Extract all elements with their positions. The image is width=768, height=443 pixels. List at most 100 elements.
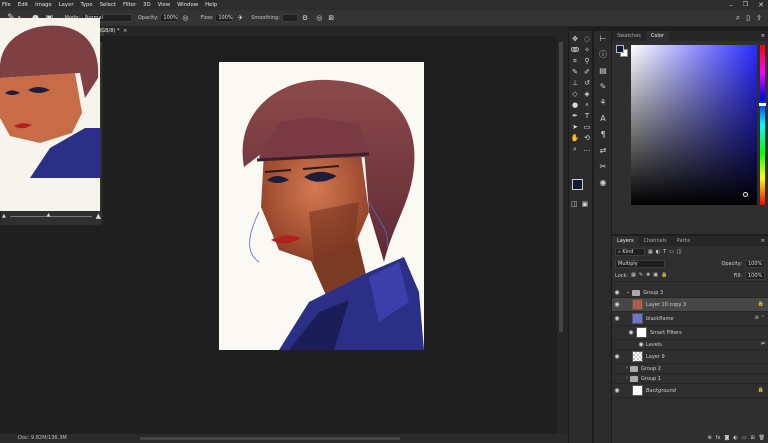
vertical-scrollbar-thumb[interactable] — [559, 42, 563, 332]
fx-icon[interactable]: fx — [716, 436, 721, 441]
layer-filter-select[interactable]: ⌕ Kind — [615, 248, 645, 256]
new-layer-icon[interactable]: ⊞ — [750, 436, 754, 441]
3d-panel-icon[interactable]: ◉ — [594, 175, 612, 191]
close-icon[interactable]: ✕ — [758, 1, 764, 9]
gear-icon[interactable]: ⚙ — [302, 14, 308, 22]
menu-window[interactable]: Window — [177, 2, 198, 8]
eye-icon[interactable]: ◉ — [612, 315, 622, 322]
panel-fg-bg[interactable] — [616, 45, 628, 57]
panel-menu-icon[interactable]: ≡ — [761, 238, 765, 244]
brushes-panel-icon[interactable]: ⚘ — [594, 95, 612, 111]
layer-row-selected[interactable]: ◉ Layer 10 copy 3 🔒 — [612, 298, 768, 312]
stamp-tool-icon[interactable]: ⊥ — [570, 79, 580, 88]
adjustment-layer-icon[interactable]: ◐ — [733, 436, 737, 441]
chevron-up-icon[interactable]: ⌃ — [761, 316, 765, 321]
tab-swatches[interactable]: Swatches — [612, 31, 646, 41]
brush-settings-panel-icon[interactable]: ✎ — [594, 79, 612, 95]
filter-smart-icon[interactable]: ◫ — [677, 249, 682, 255]
menu-view[interactable]: View — [158, 2, 171, 8]
eye-icon[interactable]: ◉ — [626, 329, 636, 336]
lock-pixels-icon[interactable]: ✎ — [639, 273, 643, 278]
share-icon[interactable]: ⇪ — [756, 14, 762, 22]
info-panel-icon[interactable]: ⓘ — [594, 47, 612, 63]
foreground-color-swatch[interactable] — [572, 179, 583, 190]
layer-row[interactable]: ◉ Smart Filters — [612, 326, 768, 340]
history-brush-tool-icon[interactable]: ↺ — [582, 79, 592, 88]
paragraph-panel-icon[interactable]: ¶ — [594, 127, 612, 143]
chevron-right-icon[interactable]: › — [626, 376, 628, 381]
eye-icon[interactable]: ◉ — [636, 341, 646, 348]
quick-mask-icon[interactable]: ◫ — [571, 201, 578, 208]
character-panel-icon[interactable]: A — [594, 111, 612, 127]
blend-mode-select[interactable]: Multiply — [615, 260, 665, 268]
zoom-out-icon[interactable]: ▲ — [2, 213, 6, 219]
lock-transparent-icon[interactable]: ▦ — [631, 273, 636, 278]
layer-row[interactable]: › Group 1 — [612, 374, 768, 384]
eye-icon[interactable]: ◉ — [612, 289, 622, 296]
pen-tool-icon[interactable]: ✒ — [570, 112, 580, 121]
menu-image[interactable]: Image — [35, 2, 52, 8]
hue-slider[interactable] — [759, 45, 766, 205]
filter-type-icon[interactable]: T — [663, 249, 666, 255]
zoom-in-icon[interactable]: ▲ — [96, 212, 101, 220]
filter-options-icon[interactable]: ⇌ — [761, 342, 765, 347]
tool-presets-icon[interactable]: ✂ — [594, 159, 612, 175]
zoom-tool-icon[interactable]: ⌕ — [570, 145, 580, 154]
lock-all-icon[interactable]: 🔒 — [661, 273, 667, 278]
restore-icon[interactable]: ❐ — [743, 2, 748, 8]
color-picker-marker[interactable] — [743, 192, 748, 197]
properties-panel-icon[interactable]: ▤ — [594, 63, 612, 79]
smoothing-input[interactable] — [281, 14, 298, 22]
zoom-slider-thumb[interactable]: ▲ — [47, 212, 51, 218]
crop-tool-icon[interactable]: ⌗ — [570, 57, 580, 66]
menu-file[interactable]: File — [2, 2, 11, 8]
color-field[interactable] — [631, 45, 757, 205]
blur-tool-icon[interactable]: ● — [570, 101, 580, 110]
eyedropper-tool-icon[interactable]: ⚲ — [582, 57, 592, 66]
hand-tool-icon[interactable]: ✋ — [570, 134, 580, 143]
chevron-right-icon[interactable]: › — [626, 366, 628, 371]
menu-layer[interactable]: Layer — [59, 2, 74, 8]
zoom-slider-track[interactable]: ▲ — [9, 212, 92, 218]
quick-select-tool-icon[interactable]: ✧ — [582, 46, 592, 55]
pencil-tool-icon[interactable]: ✐ — [582, 68, 592, 77]
eye-icon[interactable]: ◉ — [612, 387, 622, 394]
rotate-view-tool-icon[interactable]: ⟲ — [582, 134, 592, 143]
brush-tool-icon[interactable]: ✎ — [570, 68, 580, 77]
panel-foreground-swatch[interactable] — [616, 45, 624, 53]
menu-select[interactable]: Select — [100, 2, 116, 8]
extras-tool-icon[interactable]: … — [582, 145, 592, 154]
workspace-icon[interactable]: ▯ — [746, 14, 750, 22]
tab-layers[interactable]: Layers — [612, 236, 639, 246]
navigator-preview[interactable] — [0, 18, 100, 211]
horizontal-scrollbar[interactable] — [140, 437, 400, 440]
new-group-icon[interactable]: ▭ — [742, 436, 747, 441]
add-mask-icon[interactable]: ◙ — [724, 436, 729, 441]
layer-row[interactable]: ◉ blackflame ⊘ ⌃ — [612, 312, 768, 326]
symmetry-icon[interactable]: ⊠ — [328, 14, 334, 22]
layer-row[interactable]: › Group 2 — [612, 364, 768, 374]
menu-type[interactable]: Type — [81, 2, 93, 8]
eye-icon[interactable]: ◉ — [612, 353, 622, 360]
opacity-input[interactable]: 100% — [160, 14, 179, 22]
filter-pixel-icon[interactable]: ▦ — [648, 249, 653, 255]
path-select-tool-icon[interactable]: ➤ — [570, 123, 580, 132]
color-swatches[interactable] — [572, 179, 590, 197]
marquee-tool-icon[interactable]: ◌ — [582, 35, 592, 44]
bucket-tool-icon[interactable]: ◈ — [582, 90, 592, 99]
document-canvas[interactable] — [219, 62, 424, 350]
eraser-tool-icon[interactable]: ◇ — [570, 90, 580, 99]
lasso-tool-icon[interactable]: ↂ — [570, 46, 580, 55]
trash-icon[interactable]: 🗑 — [759, 436, 765, 441]
pressure-size-icon[interactable]: ◎ — [316, 14, 322, 22]
layer-row[interactable]: ◉ Levels ⇌ — [612, 340, 768, 350]
filter-adjust-icon[interactable]: ◐ — [656, 249, 660, 255]
close-tab-icon[interactable]: × — [123, 29, 127, 34]
layer-row[interactable]: ◉ ⌄ Group 3 — [612, 288, 768, 298]
layer-row[interactable]: ◉ Background 🔒 — [612, 384, 768, 398]
fill-input[interactable]: 100% — [745, 271, 765, 280]
link-layers-icon[interactable]: ⊗ — [708, 436, 712, 441]
layer-opacity-input[interactable]: 100% — [745, 260, 765, 268]
layer-row[interactable]: ◉ Layer 9 — [612, 350, 768, 364]
search-icon[interactable]: ⌕ — [736, 14, 740, 22]
